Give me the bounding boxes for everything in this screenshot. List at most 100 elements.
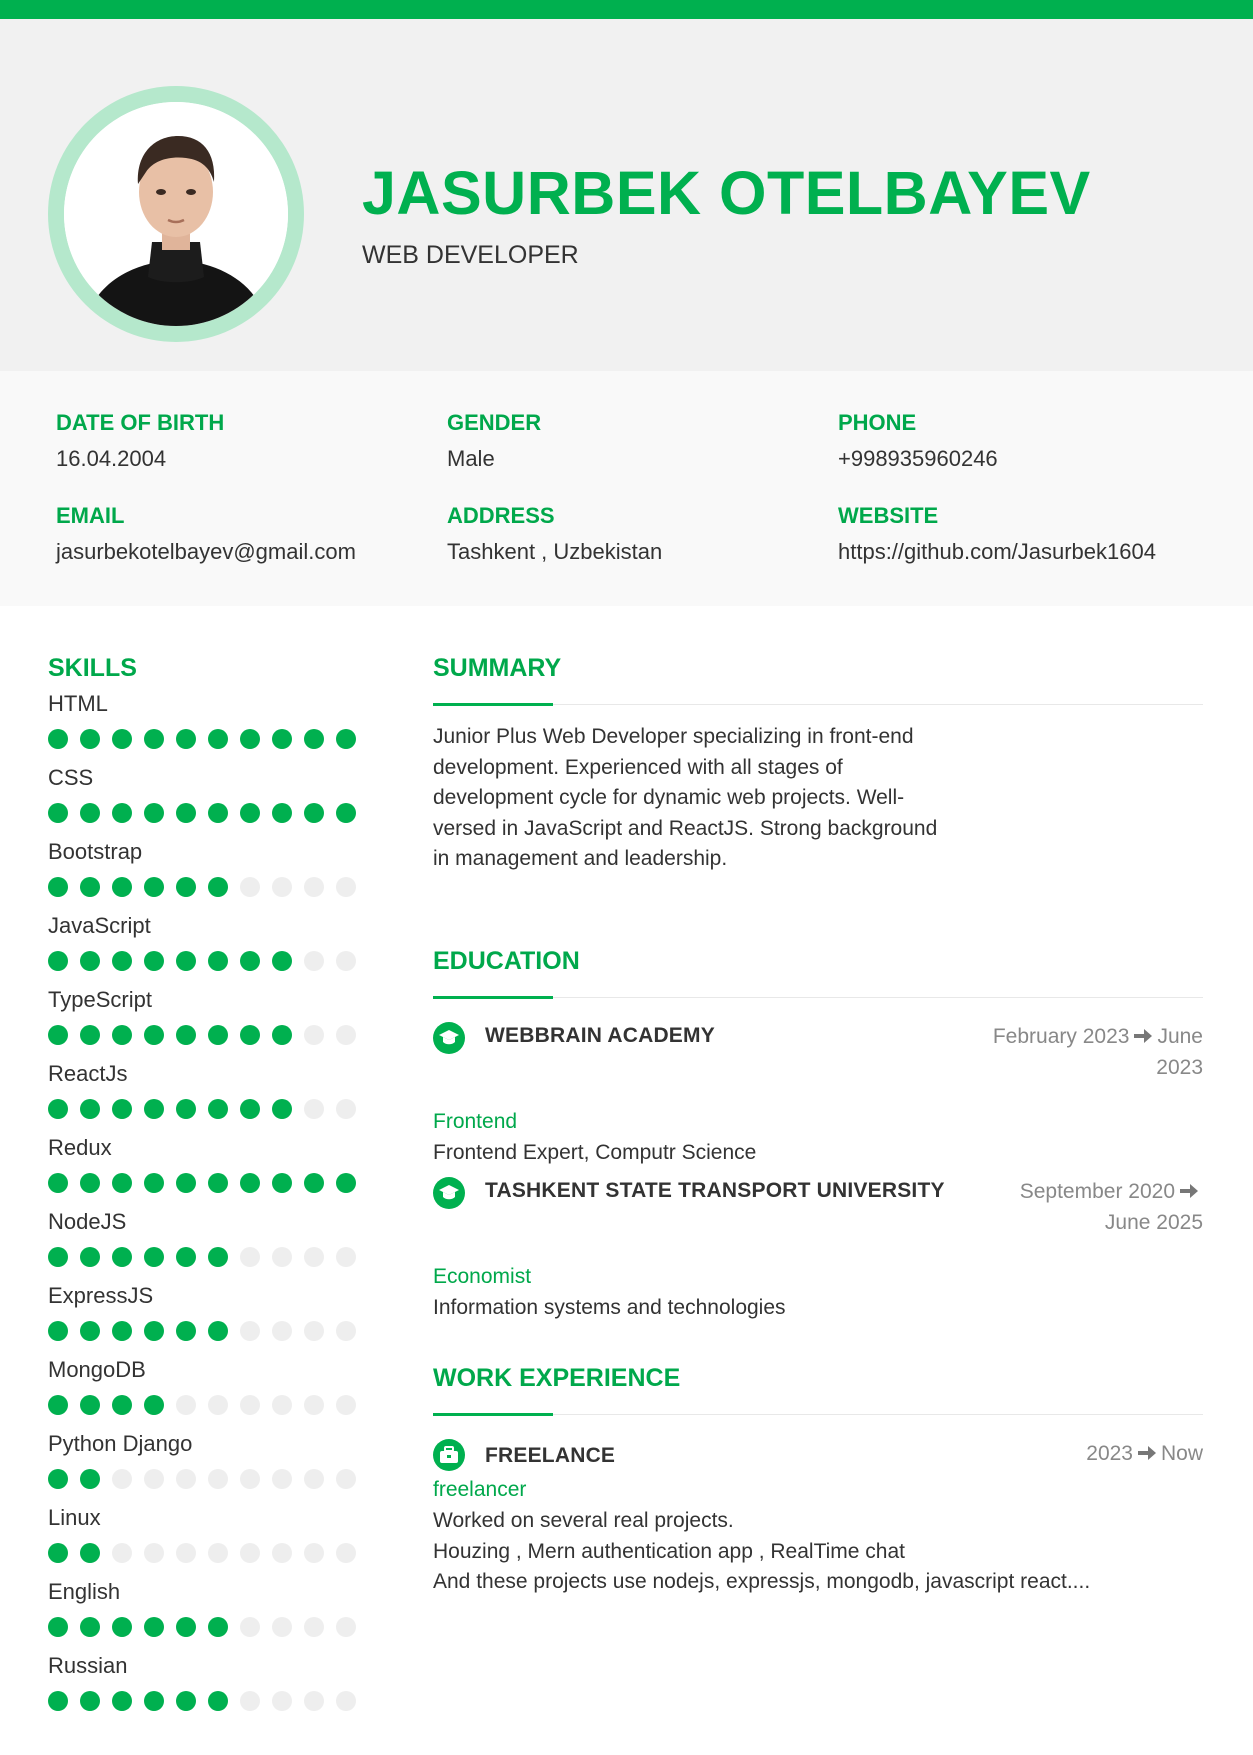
skill-dot-empty bbox=[112, 1469, 132, 1489]
skill-item: Python Django bbox=[48, 1429, 368, 1503]
skill-dot-filled bbox=[208, 1691, 228, 1711]
skill-dot-empty bbox=[240, 877, 260, 897]
briefcase-icon bbox=[433, 1439, 465, 1471]
education-field: Economist bbox=[433, 1265, 532, 1288]
skill-dot-empty bbox=[112, 1543, 132, 1563]
arrow-right-icon bbox=[1180, 1184, 1198, 1198]
skill-dot-filled bbox=[48, 1395, 68, 1415]
skill-dot-empty bbox=[272, 877, 292, 897]
skill-dot-empty bbox=[304, 1321, 324, 1341]
skill-dot-filled bbox=[80, 1321, 100, 1341]
skill-name: NodeJS bbox=[48, 1209, 127, 1234]
skill-dot-filled bbox=[176, 1691, 196, 1711]
summary-line: development. Experienced with all stages… bbox=[433, 755, 843, 779]
info-value: +998935960246 bbox=[838, 446, 998, 471]
work-entry: FREELANCE 2023 Now freelancer Worked on s… bbox=[433, 1439, 1203, 1639]
skill-level-dots bbox=[48, 1099, 368, 1119]
skill-name: TypeScript bbox=[48, 987, 152, 1012]
skill-item: JavaScript bbox=[48, 911, 368, 985]
skill-item: English bbox=[48, 1577, 368, 1651]
education-title: EDUCATION bbox=[433, 947, 580, 975]
skill-dot-filled bbox=[208, 1099, 228, 1119]
skill-dot-empty bbox=[208, 1543, 228, 1563]
skill-dot-empty bbox=[240, 1247, 260, 1267]
email-link[interactable]: jasurbekotelbayev@gmail.com bbox=[56, 537, 436, 567]
skill-dot-filled bbox=[48, 1099, 68, 1119]
work-description-line: Houzing , Mern authentication app , Real… bbox=[433, 1539, 905, 1563]
skill-dot-filled bbox=[112, 1173, 132, 1193]
skill-dot-filled bbox=[80, 951, 100, 971]
skill-item: Russian bbox=[48, 1651, 368, 1725]
education-dates: September 2020 June 2025 bbox=[1020, 1177, 1203, 1238]
info-gender: GENDER Male bbox=[447, 408, 827, 474]
skill-dot-empty bbox=[240, 1691, 260, 1711]
skill-dot-empty bbox=[272, 1691, 292, 1711]
skill-dot-filled bbox=[48, 1543, 68, 1563]
skill-dot-filled bbox=[272, 951, 292, 971]
skill-dot-filled bbox=[48, 729, 68, 749]
skill-name: Redux bbox=[48, 1135, 112, 1160]
profile-photo-ring bbox=[48, 86, 304, 342]
personal-info: DATE OF BIRTH 16.04.2004 GENDER Male PHO… bbox=[0, 371, 1253, 606]
arrow-right-icon bbox=[1137, 1446, 1156, 1460]
skill-dot-filled bbox=[112, 877, 132, 897]
skill-item: Redux bbox=[48, 1133, 368, 1207]
skill-dot-filled bbox=[336, 803, 356, 823]
graduation-cap-icon bbox=[433, 1022, 465, 1054]
skill-level-dots bbox=[48, 1617, 368, 1637]
work-position: freelancer bbox=[433, 1478, 527, 1501]
skill-level-dots bbox=[48, 729, 368, 749]
skill-dot-filled bbox=[176, 729, 196, 749]
skill-dot-filled bbox=[112, 1691, 132, 1711]
skill-dot-empty bbox=[304, 1025, 324, 1045]
summary-line: Junior Plus Web Developer specializing i… bbox=[433, 725, 914, 748]
education-description: Information systems and technologies bbox=[433, 1296, 786, 1319]
education-dates: February 2023 June 2023 bbox=[993, 1022, 1203, 1083]
info-label: GENDER bbox=[447, 410, 542, 435]
skill-dot-empty bbox=[208, 1469, 228, 1489]
skill-dot-filled bbox=[144, 877, 164, 897]
summary-line: versed in JavaScript and ReactJS. Strong… bbox=[433, 816, 938, 840]
skill-dot-filled bbox=[208, 1173, 228, 1193]
skill-dot-filled bbox=[48, 1321, 68, 1341]
skill-dot-filled bbox=[144, 1247, 164, 1267]
skill-dot-empty bbox=[304, 877, 324, 897]
skill-dot-empty bbox=[336, 877, 356, 897]
skill-dot-empty bbox=[336, 1099, 356, 1119]
skill-level-dots bbox=[48, 1173, 368, 1193]
skill-item: Bootstrap bbox=[48, 837, 368, 911]
skill-dot-filled bbox=[144, 1395, 164, 1415]
skill-dot-filled bbox=[272, 1025, 292, 1045]
company-name: FREELANCE bbox=[485, 1444, 616, 1467]
info-label: ADDRESS bbox=[447, 503, 555, 528]
skill-dot-filled bbox=[144, 729, 164, 749]
skill-dot-filled bbox=[48, 803, 68, 823]
skill-dot-filled bbox=[48, 1469, 68, 1489]
skill-level-dots bbox=[48, 1321, 368, 1341]
skill-name: ExpressJS bbox=[48, 1283, 154, 1308]
info-label: DATE OF BIRTH bbox=[56, 410, 225, 435]
skill-dot-filled bbox=[48, 951, 68, 971]
skill-dot-filled bbox=[80, 1543, 100, 1563]
header: JASURBEK OTELBAYEV WEB DEVELOPER bbox=[0, 19, 1253, 371]
summary-line: in management and leadership. bbox=[433, 847, 728, 870]
info-dob: DATE OF BIRTH 16.04.2004 bbox=[56, 408, 436, 474]
skill-dot-filled bbox=[80, 1395, 100, 1415]
skill-level-dots bbox=[48, 1543, 368, 1563]
skill-dot-filled bbox=[80, 803, 100, 823]
skill-dot-filled bbox=[112, 951, 132, 971]
website-link[interactable]: https://github.com/Jasurbek1604 bbox=[838, 537, 1218, 567]
skill-item: ExpressJS bbox=[48, 1281, 368, 1355]
skill-dot-empty bbox=[304, 1617, 324, 1637]
skill-dot-empty bbox=[272, 1469, 292, 1489]
date-end-year: 2023 bbox=[1156, 1055, 1203, 1079]
skill-dot-empty bbox=[336, 1025, 356, 1045]
skill-dot-filled bbox=[144, 1617, 164, 1637]
skill-dot-filled bbox=[240, 803, 260, 823]
skill-dot-empty bbox=[336, 1469, 356, 1489]
skill-dot-filled bbox=[80, 1469, 100, 1489]
skills-list: HTML CSS Bootstrap JavaScript TypeScript Reac… bbox=[48, 689, 368, 1725]
skill-dot-filled bbox=[176, 1025, 196, 1045]
skill-item: Linux bbox=[48, 1503, 368, 1577]
skill-dot-empty bbox=[208, 1395, 228, 1415]
